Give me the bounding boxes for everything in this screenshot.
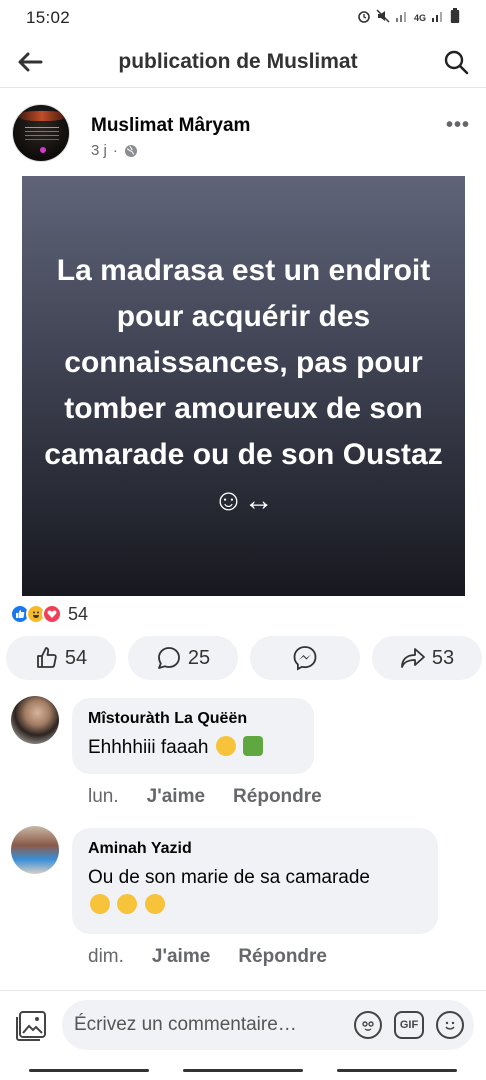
post-header: Muslimat Mâryam 3 j · ••• xyxy=(0,100,486,170)
share-button[interactable]: 53 xyxy=(372,636,482,680)
avatar-sticker-icon[interactable] xyxy=(354,1011,382,1039)
thinking-emoji-icon xyxy=(215,736,236,756)
comment-input[interactable]: Écrivez un commentaire… GIF xyxy=(62,1000,474,1050)
gesture-line xyxy=(183,1068,303,1072)
facebook-post-page: 15:02 4G publication de Muslimat Muslima… xyxy=(0,0,486,1080)
signal-icon xyxy=(395,9,409,28)
add-photo-button[interactable] xyxy=(14,1009,48,1043)
person-gesturing-emoji-icon xyxy=(243,736,263,756)
emoji-icon[interactable] xyxy=(436,1011,464,1039)
meta-separator: · xyxy=(112,142,118,159)
arrow-left-icon xyxy=(18,52,43,71)
comment-like-button[interactable]: J'aime xyxy=(147,786,205,808)
comment-reply-button[interactable]: Répondre xyxy=(238,946,327,968)
comment-meta: lun. J'aime Répondre xyxy=(88,786,322,808)
comment-time: lun. xyxy=(88,786,119,807)
post-text-card[interactable]: La madrasa est un endroit pour acquérir … xyxy=(22,176,465,596)
rofl-emoji-icon xyxy=(117,894,138,914)
gif-button[interactable]: GIF xyxy=(394,1011,424,1039)
gesture-line xyxy=(337,1068,457,1072)
commenter-avatar[interactable] xyxy=(11,696,59,744)
commenter-name[interactable]: Aminah Yazid xyxy=(88,840,422,858)
comment-meta: dim. J'aime Répondre xyxy=(88,946,327,968)
commenter-avatar[interactable] xyxy=(11,826,59,874)
author-avatar[interactable] xyxy=(12,104,70,162)
share-arrow-icon xyxy=(400,648,425,668)
system-gesture-bar xyxy=(0,1060,486,1080)
comment-bubble[interactable]: Mîstouràth La Quëën Ehhhhiii faaah xyxy=(72,698,314,774)
post-age[interactable]: 3 j xyxy=(91,142,107,159)
comment-time: dim. xyxy=(88,946,124,967)
comment-text-content: Ehhhhiii faaah xyxy=(88,737,209,758)
commenter-name[interactable]: Mîstouràth La Quëën xyxy=(88,710,298,728)
status-bar: 15:02 4G xyxy=(0,0,486,36)
post-meta: 3 j · xyxy=(91,142,138,159)
page-title: publication de Muslimat xyxy=(118,49,358,73)
reaction-count: 54 xyxy=(68,603,89,624)
more-options-icon[interactable]: ••• xyxy=(446,114,470,137)
rofl-emoji-icon xyxy=(144,894,165,914)
comment-placeholder: Écrivez un commentaire… xyxy=(74,1014,297,1035)
photo-gallery-icon xyxy=(16,1011,46,1041)
comment-count: 25 xyxy=(187,646,211,669)
network-type: 4G xyxy=(413,13,426,23)
comment-text: Ou de son marie de sa camarade xyxy=(88,864,422,920)
messenger-icon xyxy=(293,646,317,671)
love-reaction-icon xyxy=(42,604,62,624)
comment-bubble[interactable]: Aminah Yazid Ou de son marie de sa camar… xyxy=(72,828,438,934)
globe-icon xyxy=(124,144,137,157)
comment-reply-button[interactable]: Répondre xyxy=(233,786,322,808)
reaction-summary[interactable]: 54 xyxy=(10,602,88,626)
comment-like-button[interactable]: J'aime xyxy=(152,946,210,968)
comment-composer: Écrivez un commentaire… GIF xyxy=(0,990,486,1060)
signal-icon-2 xyxy=(431,9,445,28)
post-actions: 54 25 53 xyxy=(6,636,482,680)
comment-button[interactable]: 25 xyxy=(128,636,238,680)
rofl-emoji-icon xyxy=(90,894,110,914)
mute-icon xyxy=(376,8,390,28)
comment-bubble-icon xyxy=(157,647,180,669)
messenger-button[interactable] xyxy=(250,636,360,680)
comment-text-content: Ou de son marie de sa camarade xyxy=(88,867,370,888)
battery-icon xyxy=(450,7,460,29)
back-button[interactable] xyxy=(0,36,60,88)
post-author[interactable]: Muslimat Mâryam xyxy=(91,115,250,137)
like-count: 54 xyxy=(64,646,88,669)
alarm-icon xyxy=(357,9,371,28)
top-header: publication de Muslimat xyxy=(0,36,486,88)
gesture-line xyxy=(29,1068,149,1072)
post-text: La madrasa est un endroit pour acquérir … xyxy=(44,254,443,517)
thumbs-up-icon xyxy=(36,647,57,668)
like-button[interactable]: 54 xyxy=(6,636,116,680)
search-button[interactable] xyxy=(426,36,486,88)
status-time: 15:02 xyxy=(26,8,71,27)
composer-tools: GIF xyxy=(354,1011,474,1039)
comment-text: Ehhhhiii faaah xyxy=(88,734,298,762)
status-icons: 4G xyxy=(357,7,460,29)
share-count: 53 xyxy=(431,646,455,669)
search-icon xyxy=(444,50,469,74)
